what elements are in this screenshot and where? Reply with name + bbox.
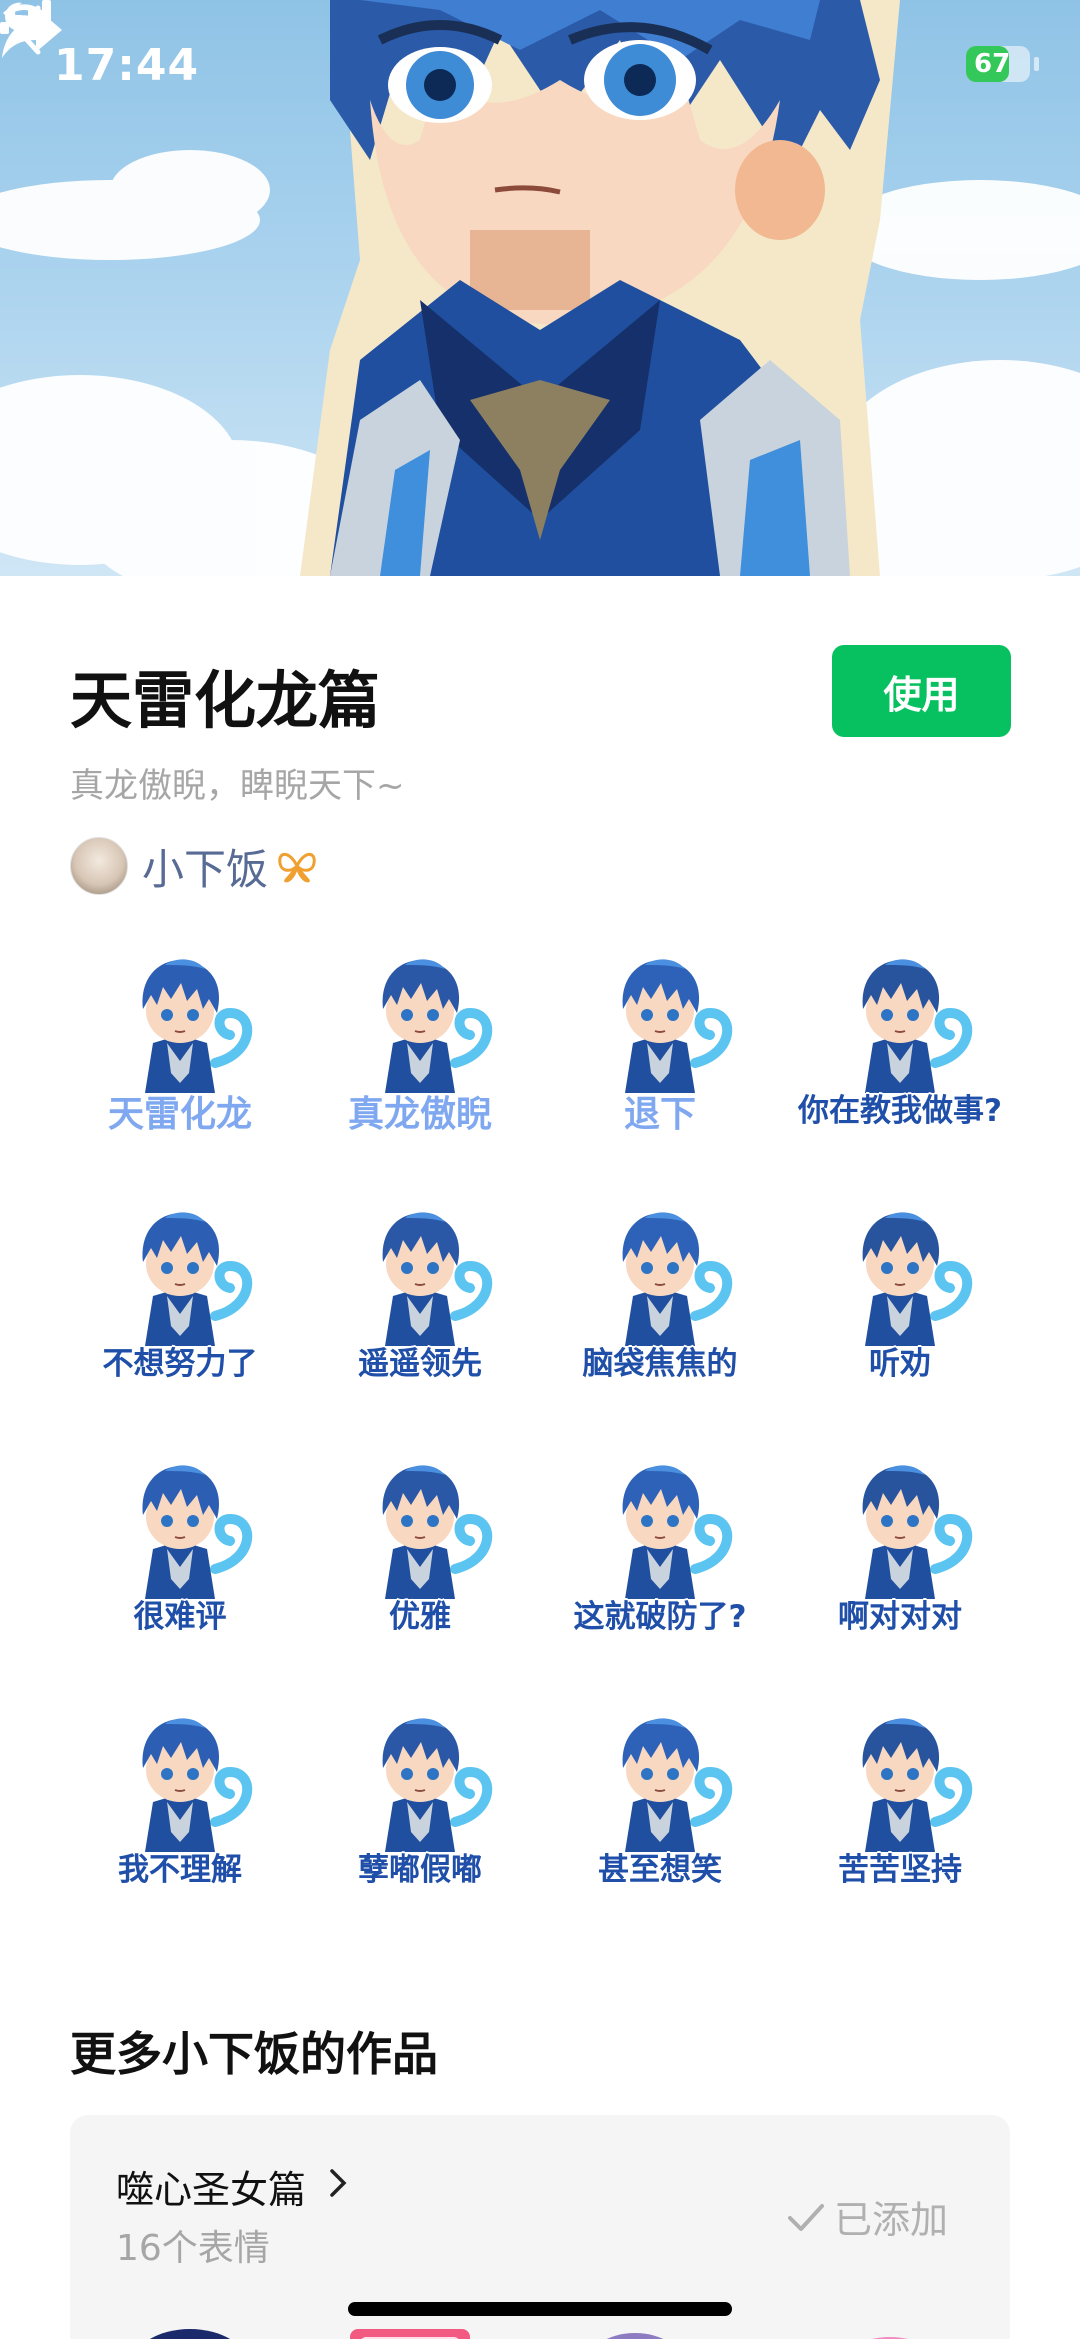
sticker-item[interactable]: 脑袋焦焦的	[540, 1188, 780, 1441]
status-bar: 17:44 67	[0, 0, 1080, 130]
sticker-item[interactable]: 苦苦坚持	[780, 1694, 1020, 1947]
sticker-caption: 天雷化龙	[107, 1094, 252, 1135]
home-indicator	[348, 2302, 732, 2316]
sticker-caption: 甚至想笑	[598, 1852, 722, 1888]
chibi-character-illustration	[622, 1465, 733, 1599]
added-status: 已添加	[786, 2189, 948, 2244]
sticker-caption: 脑袋焦焦的	[582, 1346, 738, 1382]
chibi-character-illustration	[142, 1212, 253, 1346]
battery-cap	[1034, 57, 1039, 71]
chibi-character-illustration	[862, 1212, 973, 1346]
sticker-caption: 我不理解	[118, 1852, 242, 1888]
pack-subtitle: 真龙傲睨，睥睨天下~	[70, 766, 405, 806]
chibi-character-illustration	[622, 1212, 733, 1346]
sticker-item[interactable]: 真龙傲睨	[300, 935, 540, 1188]
use-button[interactable]: 使用	[832, 645, 1011, 737]
butterfly-badge-icon	[278, 852, 316, 883]
related-sticker-thumbnail	[149, 2329, 231, 2339]
sticker-pack-page: 17:44 67 天雷化龙篇 使用 真龙傲睨，睥睨天下~ 小下饭 天雷化龙 真龙…	[0, 0, 1080, 2339]
related-pack-name: 噬心圣女篇	[116, 2168, 307, 2212]
sticker-item[interactable]: 甚至想笑	[540, 1694, 780, 1947]
sticker-caption: 退下	[623, 1094, 696, 1135]
checkmark-icon	[788, 2203, 824, 2231]
share-arrow-icon[interactable]	[0, 0, 64, 64]
sticker-item[interactable]: 遥遥领先	[300, 1188, 540, 1441]
sticker-caption: 听劝	[869, 1346, 931, 1382]
battery-icon: 67	[966, 46, 1030, 82]
sticker-caption: 遥遥领先	[358, 1346, 482, 1382]
sticker-item[interactable]: 听劝	[780, 1188, 1020, 1441]
sticker-item[interactable]: 天雷化龙	[60, 935, 300, 1188]
chibi-character-illustration	[382, 1465, 493, 1599]
sticker-caption: 不想努力了	[102, 1346, 258, 1382]
sticker-item[interactable]: 我不理解	[60, 1694, 300, 1947]
chibi-character-illustration	[862, 1718, 973, 1852]
sticker-caption: 真龙傲睨	[347, 1094, 492, 1135]
sticker-grid: 天雷化龙 真龙傲睨 退下 你在教我做事? 不想努力了 遥遥领先 脑袋焦焦的 听劝很难评 优雅 这就…	[60, 935, 1020, 1947]
avatar	[70, 837, 128, 895]
chibi-character-illustration	[382, 959, 493, 1093]
sticker-caption: 你在教我做事?	[798, 1093, 1002, 1129]
related-sticker-thumbnail	[606, 2333, 664, 2339]
sticker-caption: 很难评	[133, 1599, 227, 1635]
chibi-character-illustration	[142, 959, 253, 1093]
related-sticker-thumbnail	[350, 2329, 470, 2339]
related-sticker-thumbnail	[871, 2337, 909, 2339]
chibi-character-illustration	[862, 1465, 973, 1599]
pack-title: 天雷化龙篇	[70, 664, 381, 737]
sticker-item[interactable]: 这就破防了?	[540, 1441, 780, 1694]
more-works-title: 更多小下饭的作品	[70, 2027, 438, 2081]
sticker-item[interactable]: 孽嘟假嘟	[300, 1694, 540, 1947]
chibi-character-illustration	[142, 1465, 253, 1599]
sticker-caption: 啊对对对	[838, 1599, 962, 1635]
chibi-character-illustration	[622, 1718, 733, 1852]
sticker-item[interactable]: 不想努力了	[60, 1188, 300, 1441]
sticker-item[interactable]: 退下	[540, 935, 780, 1188]
sticker-caption: 孽嘟假嘟	[358, 1852, 482, 1888]
chevron-right-icon	[330, 2169, 347, 2197]
chibi-character-illustration	[382, 1212, 493, 1346]
sticker-item[interactable]: 啊对对对	[780, 1441, 1020, 1694]
chibi-character-illustration	[862, 959, 973, 1093]
hero-banner-image: 17:44 67	[0, 0, 1080, 576]
chibi-character-illustration	[622, 959, 733, 1093]
chibi-character-illustration	[382, 1718, 493, 1852]
chibi-character-illustration	[142, 1718, 253, 1852]
sticker-item[interactable]: 很难评	[60, 1441, 300, 1694]
related-pack-count: 16个表情	[116, 2228, 270, 2269]
sticker-caption: 苦苦坚持	[838, 1852, 962, 1888]
added-status-label: 已添加	[834, 2198, 949, 2242]
sticker-item[interactable]: 你在教我做事?	[780, 935, 1020, 1188]
sticker-item[interactable]: 优雅	[300, 1441, 540, 1694]
sticker-caption: 优雅	[389, 1599, 451, 1635]
status-time: 17:44	[54, 40, 200, 91]
author-link[interactable]: 小下饭	[70, 836, 318, 896]
sticker-caption: 这就破防了?	[573, 1599, 747, 1635]
battery-percent: 67	[974, 49, 1011, 79]
author-name: 小下饭	[142, 844, 269, 894]
